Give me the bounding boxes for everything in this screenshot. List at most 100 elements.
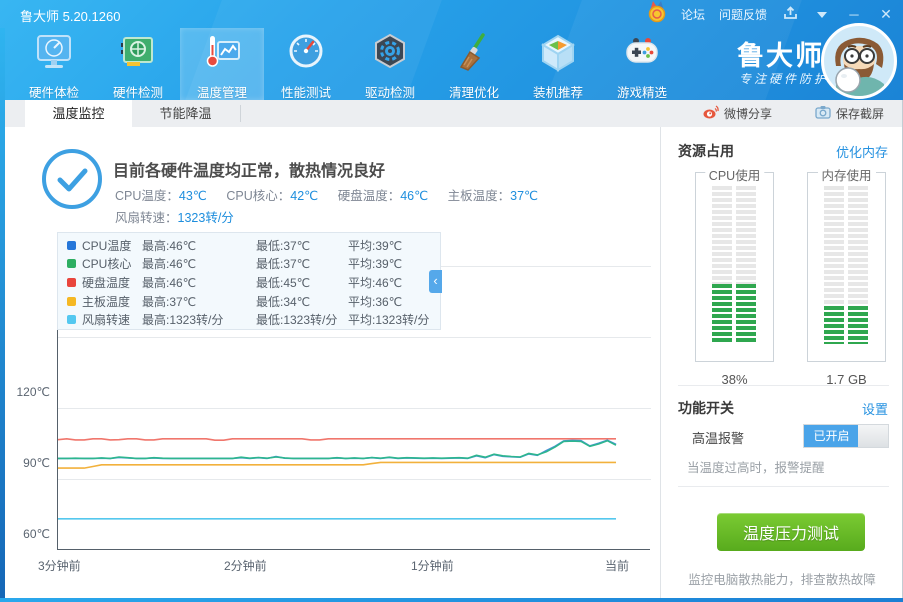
metric-value: 42℃ xyxy=(290,189,318,203)
legend-row: 主板温度 最高:37℃ 最低:34℃ 平均:36℃ xyxy=(58,292,440,311)
gauge-bars xyxy=(824,186,869,344)
gauge-title: 内存使用 xyxy=(817,165,875,184)
nav-label: 硬件检测 xyxy=(113,82,163,101)
legend-max: 最高:46℃ xyxy=(142,255,256,272)
gauge-fill xyxy=(712,284,732,344)
nav-label: 硬件体检 xyxy=(29,82,79,101)
save-screenshot-button[interactable]: 保存截屏 xyxy=(815,100,884,127)
share-icon[interactable] xyxy=(781,6,799,23)
nav-item-games[interactable]: 游戏精选 xyxy=(600,28,684,100)
legend-avg: 平均:36℃ xyxy=(348,293,402,310)
gauge-bar xyxy=(824,186,844,344)
series-hdd-temp xyxy=(58,439,616,440)
gauge-bar xyxy=(848,186,868,344)
legend-collapse-icon[interactable]: ‹ xyxy=(429,270,442,293)
high-temp-alarm-toggle[interactable]: 已开启 xyxy=(803,424,889,448)
gauge-bar xyxy=(736,186,756,344)
legend-name: CPU温度 xyxy=(82,237,142,254)
series-cpu-temp xyxy=(58,440,616,458)
gauge-fill xyxy=(824,306,844,344)
series-cpu-core xyxy=(58,441,616,459)
metric-value: 1323转/分 xyxy=(178,211,234,225)
brand-logo: 鲁大师 xyxy=(737,34,824,73)
toggle-state-label: 已开启 xyxy=(804,425,859,447)
tab-temperature-monitor[interactable]: 温度监控 xyxy=(25,100,132,127)
temperature-stress-test-button[interactable]: 温度压力测试 xyxy=(717,513,865,551)
nav-item-hardware-detect[interactable]: 硬件检测 xyxy=(96,28,180,100)
metric-value: 43℃ xyxy=(179,189,207,203)
legend-max: 最高:37℃ xyxy=(142,293,256,310)
nav-label: 温度管理 xyxy=(197,82,247,101)
x-tick: 3分钟前 xyxy=(38,557,81,574)
menu-caret-icon[interactable] xyxy=(813,7,831,22)
performance-icon xyxy=(286,28,326,80)
metric-label: CPU核心： xyxy=(226,189,290,203)
settings-link[interactable]: 设置 xyxy=(862,399,888,418)
temperature-icon xyxy=(202,28,242,80)
forum-link[interactable]: 论坛 xyxy=(681,6,705,23)
high-temp-alarm-label: 高温报警 xyxy=(692,428,744,447)
build-recommend-icon xyxy=(538,28,578,80)
toggle-knob xyxy=(858,425,888,447)
legend-row: 风扇转速 最高:1323转/分 最低:1323转/分 平均:1323转/分 xyxy=(58,310,440,329)
legend-min: 最低:37℃ xyxy=(256,255,348,272)
feedback-link[interactable]: 问题反馈 xyxy=(719,6,767,23)
nav-item-performance[interactable]: 性能测试 xyxy=(264,28,348,100)
save-screenshot-label: 保存截屏 xyxy=(836,105,884,122)
nav-item-build-recommend[interactable]: 装机推荐 xyxy=(516,28,600,100)
metric-value: 37℃ xyxy=(510,189,538,203)
nav-item-clean[interactable]: 清理优化 xyxy=(432,28,516,100)
close-button[interactable]: ✕ xyxy=(877,6,895,23)
tab-label: 节能降温 xyxy=(159,106,211,121)
legend-max: 最高:46℃ xyxy=(142,237,256,254)
gauge-bar xyxy=(712,186,732,344)
metric-label: 主板温度： xyxy=(448,189,511,203)
check-circle-icon xyxy=(40,147,104,216)
tab-label: 温度监控 xyxy=(52,106,104,121)
weibo-icon xyxy=(703,105,719,122)
legend-name: 硬盘温度 xyxy=(82,274,142,291)
titlebar: 鲁大师 5.20.1260 论坛 问题反馈 ─ xyxy=(0,0,903,28)
tab-separator xyxy=(240,105,241,122)
nav-label: 游戏精选 xyxy=(617,82,667,101)
nav-label: 装机推荐 xyxy=(533,82,583,101)
app-title: 鲁大师 5.20.1260 xyxy=(20,6,120,25)
fan-speed-metric: 风扇转速：1323转/分 xyxy=(115,207,234,226)
nav-item-driver[interactable]: 驱动检测 xyxy=(348,28,432,100)
memory-usage-gauge: 内存使用 1.7 GB xyxy=(807,172,886,362)
nav-item-temperature[interactable]: 温度管理 xyxy=(180,28,264,100)
gauge-title: CPU使用 xyxy=(705,165,764,184)
legend-min: 最低:34℃ xyxy=(256,293,348,310)
gauge-fill xyxy=(736,284,756,344)
camera-icon xyxy=(815,105,831,122)
medal-icon[interactable] xyxy=(647,1,667,28)
header: 鲁大师 5.20.1260 论坛 问题反馈 ─ xyxy=(0,0,903,100)
sidebar: 资源占用 优化内存 CPU使用 38% 内存使用 1.7 GB 功能开关 设置 … xyxy=(660,127,903,598)
legend-swatch xyxy=(67,278,76,287)
tab-energy-cooling[interactable]: 节能降温 xyxy=(132,100,239,127)
nav-label: 清理优化 xyxy=(449,82,499,101)
optimize-memory-link[interactable]: 优化内存 xyxy=(836,142,888,161)
gauge-bars xyxy=(712,186,757,344)
legend-name: 主板温度 xyxy=(82,293,142,310)
main-content: 目前各硬件温度均正常，散热情况良好 CPU温度：43℃ CPU核心：42℃ 硬盘… xyxy=(0,127,660,598)
legend-avg: 平均:1323转/分 xyxy=(348,311,429,328)
tabbar: 温度监控 节能降温 微博分享 保存截屏 xyxy=(0,100,903,127)
legend-max: 最高:46℃ xyxy=(142,274,256,291)
legend-max: 最高:1323转/分 xyxy=(142,311,256,328)
games-icon xyxy=(622,28,662,80)
alarm-description: 当温度过高时，报警提醒 xyxy=(687,457,825,476)
window-edge xyxy=(0,28,5,602)
weibo-share-button[interactable]: 微博分享 xyxy=(703,100,772,127)
metric-label: CPU温度： xyxy=(115,189,179,203)
nav-item-hardware-checkup[interactable]: 硬件体检 xyxy=(12,28,96,100)
hardware-checkup-icon xyxy=(34,28,74,80)
legend-avg: 平均:39℃ xyxy=(348,255,402,272)
x-tick: 1分钟前 xyxy=(411,557,454,574)
minimize-button[interactable]: ─ xyxy=(845,7,863,22)
legend-min: 最低:45℃ xyxy=(256,274,348,291)
weibo-share-label: 微博分享 xyxy=(724,105,772,122)
gauge-fill xyxy=(848,306,868,344)
nav-label: 性能测试 xyxy=(281,82,331,101)
x-tick: 当前 xyxy=(605,557,629,574)
